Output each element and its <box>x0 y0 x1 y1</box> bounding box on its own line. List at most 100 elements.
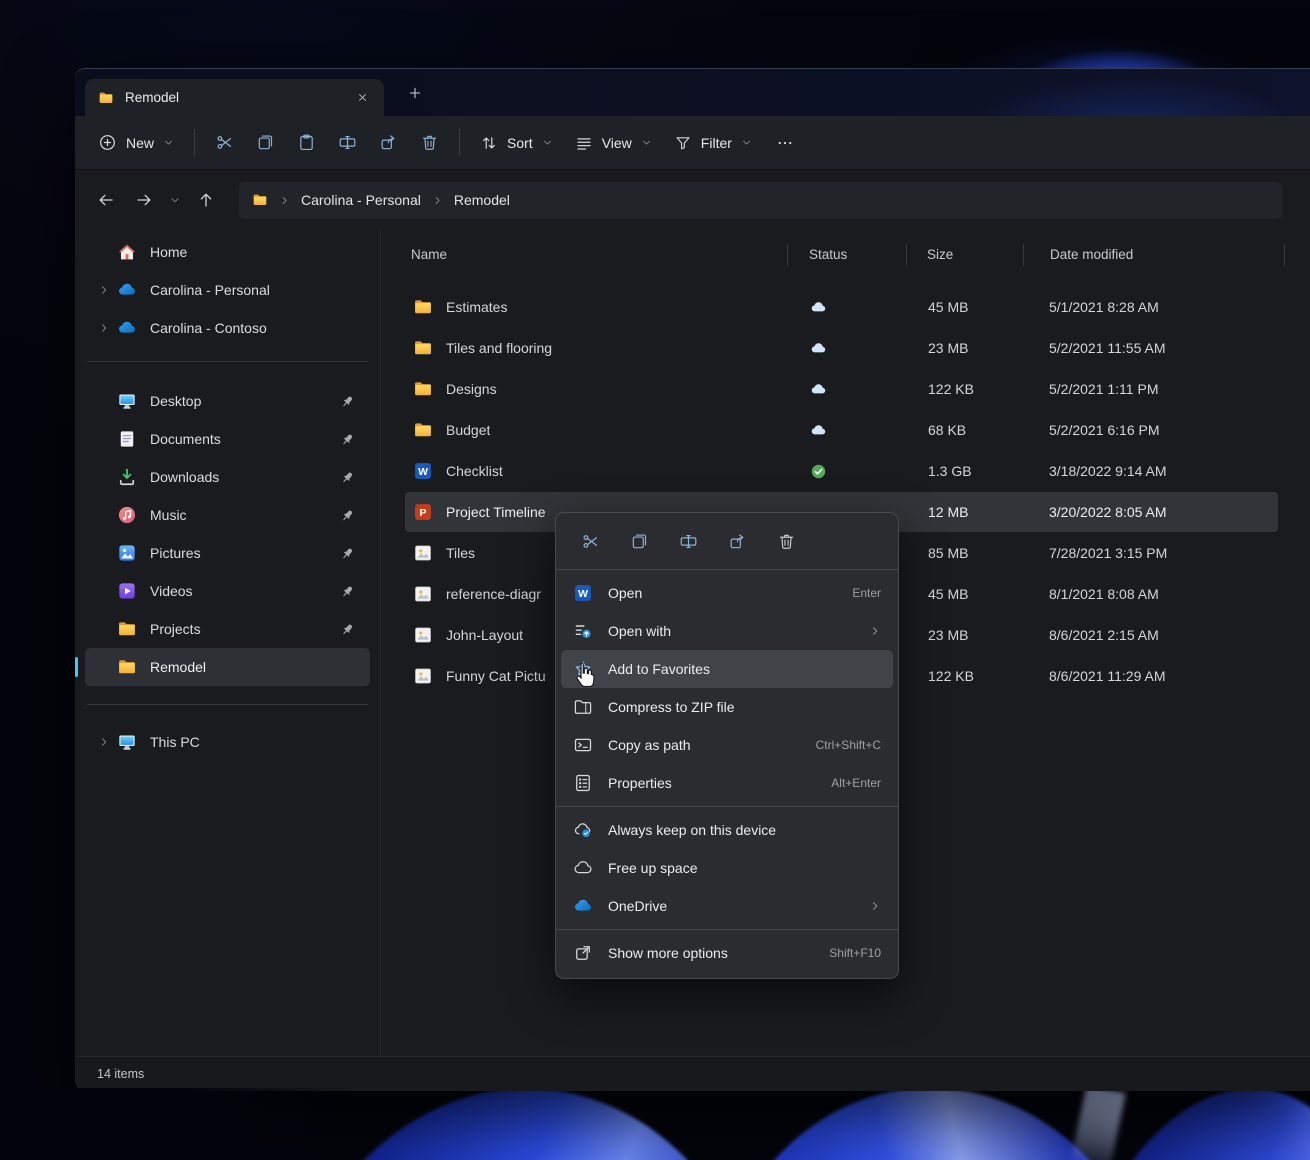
column-header-status[interactable]: Status <box>787 244 906 266</box>
sidebar-item-remodel[interactable]: Remodel <box>85 648 370 686</box>
tab-remodel[interactable]: Remodel <box>85 79 384 116</box>
menu-item-show-more-options[interactable]: Show more options Shift+F10 <box>561 934 893 972</box>
file-row-checklist[interactable]: Checklist 1.3 GB 3/18/2022 9:14 AM <box>405 451 1278 491</box>
sidebar-item-music[interactable]: Music <box>85 496 370 534</box>
menu-item-free-up-space[interactable]: Free up space <box>561 849 893 887</box>
pictures-icon <box>117 543 137 563</box>
filter-button[interactable]: Filter <box>663 128 763 158</box>
rename-button[interactable] <box>327 127 368 158</box>
copy-path-icon <box>573 735 593 755</box>
chevron-right-icon <box>869 900 881 912</box>
download-icon <box>117 467 137 487</box>
menu-item-properties[interactable]: Properties Alt+Enter <box>561 764 893 802</box>
chevron-down-icon <box>741 137 752 148</box>
shortcut-label: Ctrl+Shift+C <box>816 738 881 752</box>
sidebar-item-this-pc[interactable]: This PC <box>85 723 370 761</box>
new-label: New <box>126 135 154 151</box>
breadcrumb-root[interactable]: Carolina - Personal <box>301 192 421 208</box>
file-row-tiles-and-flooring[interactable]: Tiles and flooring 23 MB 5/2/2021 11:55 … <box>405 328 1278 368</box>
menu-item-onedrive[interactable]: OneDrive <box>561 887 893 925</box>
copy-button[interactable] <box>245 127 286 158</box>
tab-close-icon[interactable] <box>350 86 374 110</box>
file-size: 12 MB <box>906 504 1023 520</box>
share-icon <box>379 133 398 152</box>
sidebar-item-desktop[interactable]: Desktop <box>85 382 370 420</box>
sort-label: Sort <box>507 135 533 151</box>
image-file-icon <box>413 584 433 604</box>
column-header-size[interactable]: Size <box>906 244 1023 266</box>
chevron-down-icon <box>169 194 181 206</box>
file-name: reference-diagr <box>446 586 541 602</box>
pin-icon <box>340 508 355 523</box>
menu-item-open[interactable]: Open Enter <box>561 574 893 612</box>
new-tab-button[interactable] <box>401 80 429 106</box>
sidebar-item-carolina-personal[interactable]: Carolina - Personal <box>85 271 370 309</box>
filter-label: Filter <box>701 135 732 151</box>
forward-button[interactable] <box>125 183 163 217</box>
onedrive-cloud-icon <box>573 896 593 916</box>
file-row-budget[interactable]: Budget 68 KB 5/2/2021 6:16 PM <box>405 410 1278 450</box>
file-size: 23 MB <box>906 627 1023 643</box>
sidebar-item-videos[interactable]: Videos <box>85 572 370 610</box>
delete-button[interactable] <box>409 127 450 158</box>
cut-icon <box>581 532 600 551</box>
chevron-right-icon <box>279 195 290 206</box>
cut-button[interactable] <box>204 127 245 158</box>
rename-icon <box>679 532 698 551</box>
folder-icon <box>413 297 433 317</box>
chevron-right-icon[interactable] <box>91 736 117 748</box>
paste-button[interactable] <box>286 127 327 158</box>
new-button[interactable]: New <box>87 127 185 158</box>
share-button[interactable] <box>368 127 409 158</box>
more-options-button[interactable] <box>763 128 807 158</box>
sidebar-item-projects[interactable]: Projects <box>85 610 370 648</box>
menu-divider <box>556 929 898 930</box>
breadcrumb-current[interactable]: Remodel <box>454 192 510 208</box>
menu-item-compress-to-zip[interactable]: Compress to ZIP file <box>561 688 893 726</box>
properties-icon <box>573 773 593 793</box>
file-name: Project Timeline <box>446 504 546 520</box>
file-row-designs[interactable]: Designs 122 KB 5/2/2021 1:11 PM <box>405 369 1278 409</box>
delete-button[interactable] <box>764 523 808 561</box>
rename-button[interactable] <box>666 523 710 561</box>
folder-icon <box>413 379 433 399</box>
column-header-name[interactable]: Name <box>381 244 787 266</box>
sidebar-divider <box>87 361 368 362</box>
sidebar-item-downloads[interactable]: Downloads <box>85 458 370 496</box>
sidebar-item-documents[interactable]: Documents <box>85 420 370 458</box>
share-button[interactable] <box>715 523 759 561</box>
copy-icon <box>256 133 275 152</box>
copy-button[interactable] <box>617 523 661 561</box>
cut-button[interactable] <box>568 523 612 561</box>
bloom-highlight <box>1070 1088 1126 1160</box>
sidebar-item-carolina-contoso[interactable]: Carolina - Contoso <box>85 309 370 347</box>
chevron-right-icon[interactable] <box>91 322 117 334</box>
forward-arrow-icon <box>135 191 153 209</box>
onedrive-cloud-icon <box>117 318 137 338</box>
file-row-estimates[interactable]: Estimates 45 MB 5/1/2021 8:28 AM <box>405 287 1278 327</box>
open-with-icon <box>573 621 593 641</box>
menu-item-open-with[interactable]: Open with <box>561 612 893 650</box>
sidebar-item-home[interactable]: Home <box>85 233 370 271</box>
view-button[interactable]: View <box>564 128 663 158</box>
breadcrumb[interactable]: Carolina - Personal Remodel <box>239 182 1282 219</box>
trash-icon <box>777 532 796 551</box>
rename-icon <box>338 133 357 152</box>
file-name: Checklist <box>446 463 503 479</box>
column-header-date-modified[interactable]: Date modified <box>1023 244 1284 266</box>
file-name: Funny Cat Pictu <box>446 668 546 684</box>
back-button[interactable] <box>87 183 125 217</box>
items-count: 14 items <box>97 1067 144 1081</box>
chevron-right-icon[interactable] <box>91 284 117 296</box>
back-arrow-icon <box>97 191 115 209</box>
sidebar-item-pictures[interactable]: Pictures <box>85 534 370 572</box>
menu-item-add-to-favorites[interactable]: Add to Favorites <box>561 650 893 688</box>
menu-item-always-keep-on-device[interactable]: Always keep on this device <box>561 811 893 849</box>
up-button[interactable] <box>187 183 225 217</box>
menu-item-copy-as-path[interactable]: Copy as path Ctrl+Shift+C <box>561 726 893 764</box>
chevron-down-icon <box>641 137 652 148</box>
sort-button[interactable]: Sort <box>469 128 564 158</box>
recent-locations-button[interactable] <box>163 183 187 217</box>
context-menu-icon-row <box>556 518 898 565</box>
column-header-end <box>1284 244 1310 266</box>
